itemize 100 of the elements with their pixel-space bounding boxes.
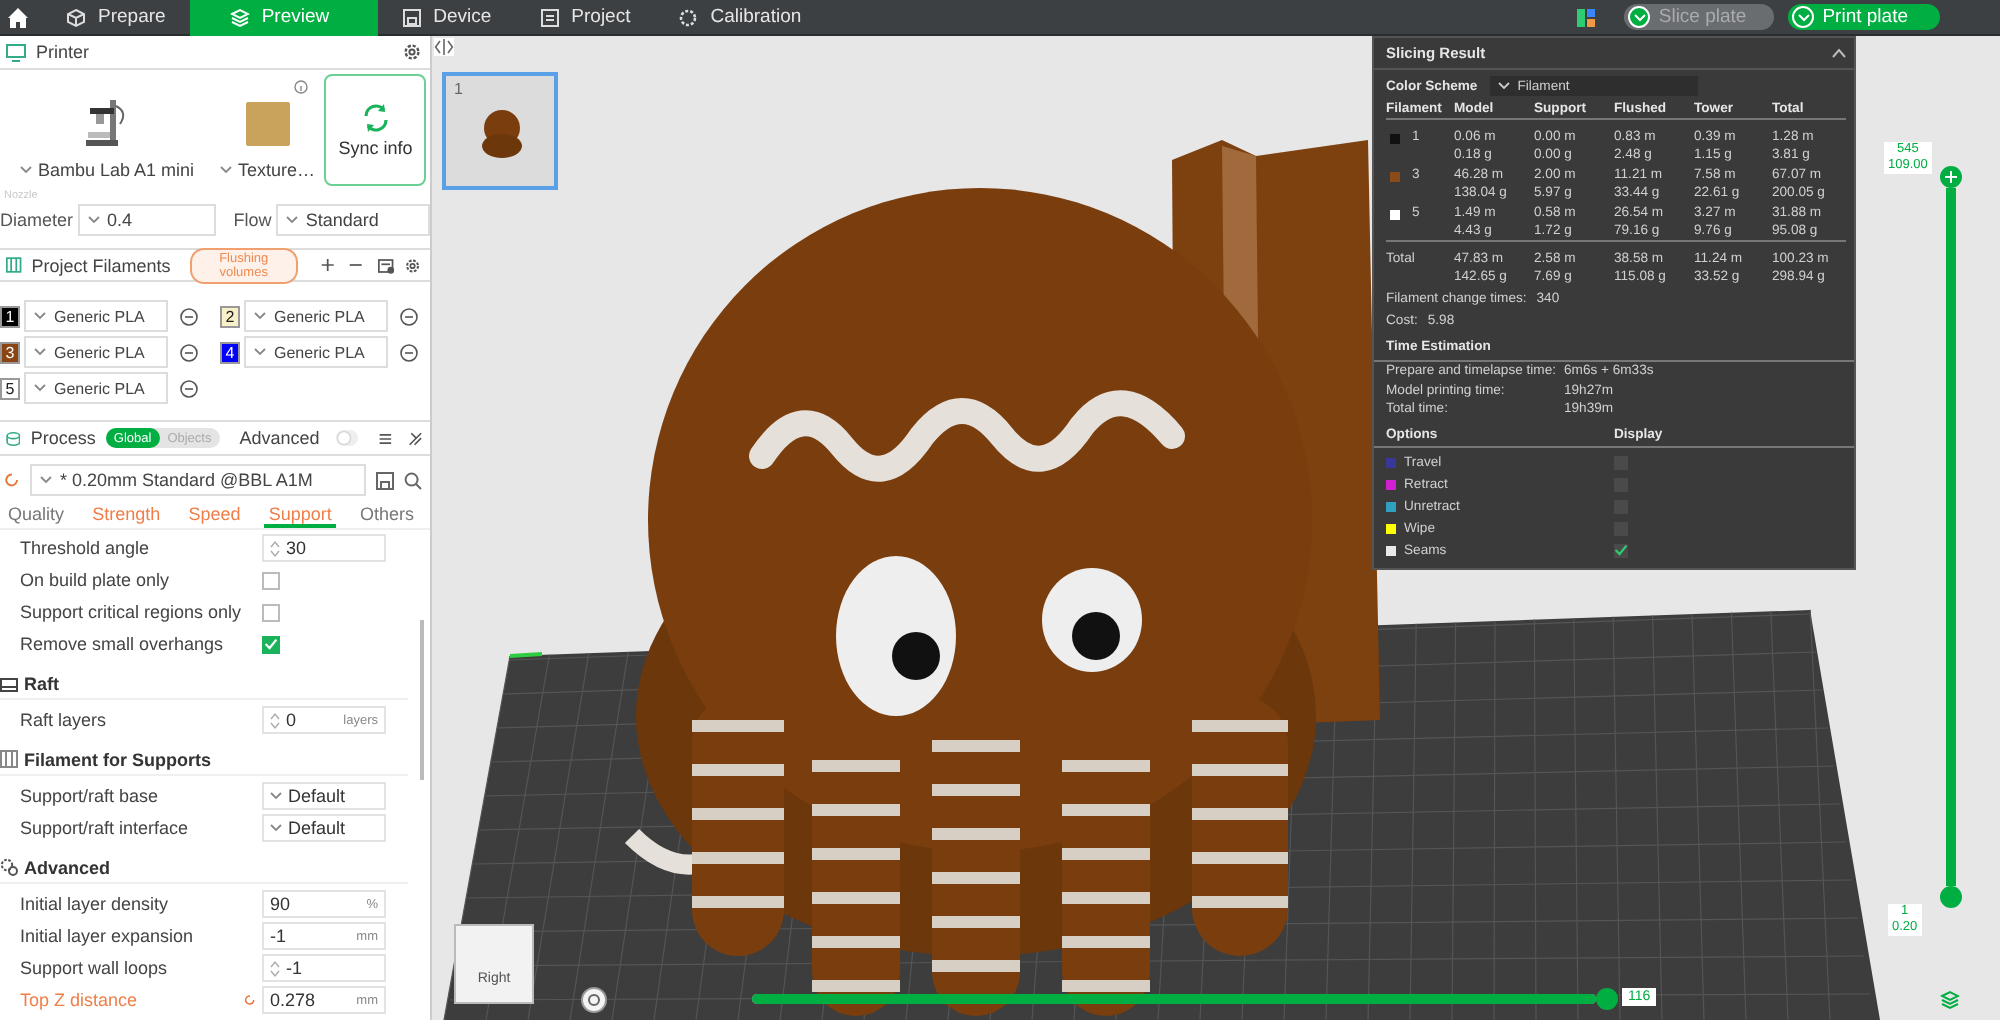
plate-select[interactable]: Texture… <box>219 160 315 180</box>
settings-icon[interactable] <box>404 255 422 275</box>
diameter-select[interactable]: 0.4 <box>77 204 216 236</box>
caret-icon <box>254 312 266 320</box>
raft-icon <box>0 674 18 692</box>
caret-icon <box>34 384 46 392</box>
caret-icon <box>34 312 46 320</box>
caret-icon <box>270 792 282 800</box>
advanced-switch[interactable] <box>335 430 359 446</box>
flow-label: Flow <box>233 210 272 230</box>
layer-slider-bar[interactable] <box>1946 188 1956 886</box>
nav-tab[interactable]: Prepare <box>58 0 190 35</box>
collapse-icon[interactable] <box>1832 48 1846 58</box>
info-icon[interactable] <box>294 80 309 94</box>
save-icon[interactable] <box>376 471 394 489</box>
list-icon[interactable] <box>378 429 394 447</box>
setting-label: Remove small overhangs <box>20 634 226 654</box>
collapse-panel-icon[interactable] <box>434 38 454 56</box>
filament-number[interactable]: 2 <box>220 305 240 327</box>
scrollbar[interactable] <box>420 620 424 780</box>
setting-label: Initial layer density <box>20 894 171 914</box>
home-icon[interactable] <box>6 5 30 29</box>
plate-layout-icon[interactable] <box>1576 7 1597 27</box>
checkbox[interactable] <box>262 571 280 589</box>
reset-icon[interactable] <box>4 472 20 488</box>
check-icon <box>264 638 278 650</box>
reset-icon[interactable] <box>244 992 256 1008</box>
checkbox[interactable] <box>262 603 280 621</box>
nav-tab[interactable]: Project <box>515 0 655 35</box>
compare-icon[interactable] <box>407 429 422 447</box>
printer-select[interactable]: Bambu Lab A1 mini <box>19 160 194 180</box>
setting-label: Raft layers <box>20 710 109 730</box>
sync-button[interactable]: Sync info <box>324 74 426 186</box>
setting-label: Support/raft interface <box>20 818 191 838</box>
gears-icon <box>0 858 18 876</box>
remove-circle-icon[interactable] <box>400 343 418 361</box>
setting-select[interactable]: Default <box>262 782 386 810</box>
setting-label: Support critical regions only <box>20 602 244 622</box>
remove-circle-icon[interactable] <box>400 307 418 325</box>
group-title: Raft <box>24 673 59 693</box>
gear-icon <box>678 7 699 27</box>
material-select[interactable]: Generic PLA <box>24 372 168 404</box>
slider-thumb-icon[interactable] <box>1940 886 1962 908</box>
spinner-icon[interactable] <box>270 959 280 977</box>
flow-select[interactable]: Standard <box>275 204 430 236</box>
section-title: Printer <box>36 42 90 62</box>
caret-icon <box>254 348 266 356</box>
group-title: Advanced <box>24 857 111 877</box>
nav-tab[interactable]: Device <box>377 0 516 35</box>
filament-number[interactable]: 4 <box>220 341 240 363</box>
sync-icon <box>359 102 392 134</box>
check-icon <box>1614 544 1628 556</box>
caret-icon <box>34 348 46 356</box>
search-icon[interactable] <box>404 471 422 489</box>
model-thumbnail-icon <box>478 108 526 160</box>
preset-select[interactable]: * 0.20mm Standard @BBL A1M <box>30 464 366 496</box>
setting-label: Threshold angle <box>20 538 152 558</box>
input-field[interactable]: -1 <box>262 954 386 982</box>
material-select[interactable]: Generic PLA <box>244 336 388 368</box>
layers-icon[interactable] <box>1940 990 1960 1010</box>
setting-label: Support/raft base <box>20 786 161 806</box>
input-field[interactable]: 30 <box>262 534 386 562</box>
layers-icon <box>229 7 250 27</box>
material-select[interactable]: Generic PLA <box>24 300 168 332</box>
caret-icon <box>285 216 298 224</box>
caret-icon <box>1797 13 1810 21</box>
settings-tab[interactable]: Quality <box>4 500 69 528</box>
checkbox[interactable] <box>262 635 280 653</box>
settings-tab[interactable]: Others <box>355 500 418 528</box>
document-icon <box>539 7 560 27</box>
add-icon[interactable] <box>319 256 335 274</box>
plate-thumbnail[interactable]: 1 <box>442 72 558 190</box>
filament-number[interactable]: 1 <box>0 305 20 327</box>
filament-number[interactable]: 5 <box>0 377 20 399</box>
nav-tab[interactable]: Calibration <box>654 0 826 35</box>
spinner-icon[interactable] <box>270 711 280 729</box>
spinner-icon[interactable] <box>270 539 280 557</box>
move-slider-bar[interactable] <box>752 994 1596 1004</box>
setting-select[interactable]: Default <box>262 814 386 842</box>
section-title: Process <box>30 428 96 448</box>
filament-number[interactable]: 3 <box>0 341 20 363</box>
material-select[interactable]: Generic PLA <box>24 336 168 368</box>
settings-icon[interactable] <box>402 42 422 62</box>
setting-label: Initial layer expansion <box>20 926 196 946</box>
slider-thumb-icon[interactable] <box>1940 166 1962 188</box>
material-select[interactable]: Generic PLA <box>244 300 388 332</box>
sync-filament-icon[interactable] <box>377 255 395 275</box>
filament-icon <box>6 256 22 274</box>
slider-thumb-icon[interactable] <box>1596 988 1618 1010</box>
caret-icon <box>1633 13 1646 21</box>
plate-texture-icon <box>243 100 292 148</box>
remove-circle-icon[interactable] <box>180 379 198 397</box>
process-icon <box>6 429 21 447</box>
remove-circle-icon[interactable] <box>180 343 198 361</box>
caret-icon <box>19 166 32 174</box>
section-title: Project Filaments <box>31 255 171 275</box>
group-title: Filament for Supports <box>24 749 212 769</box>
remove-circle-icon[interactable] <box>180 307 198 325</box>
caret-icon <box>1497 82 1510 90</box>
checkbox[interactable] <box>1614 543 1628 557</box>
